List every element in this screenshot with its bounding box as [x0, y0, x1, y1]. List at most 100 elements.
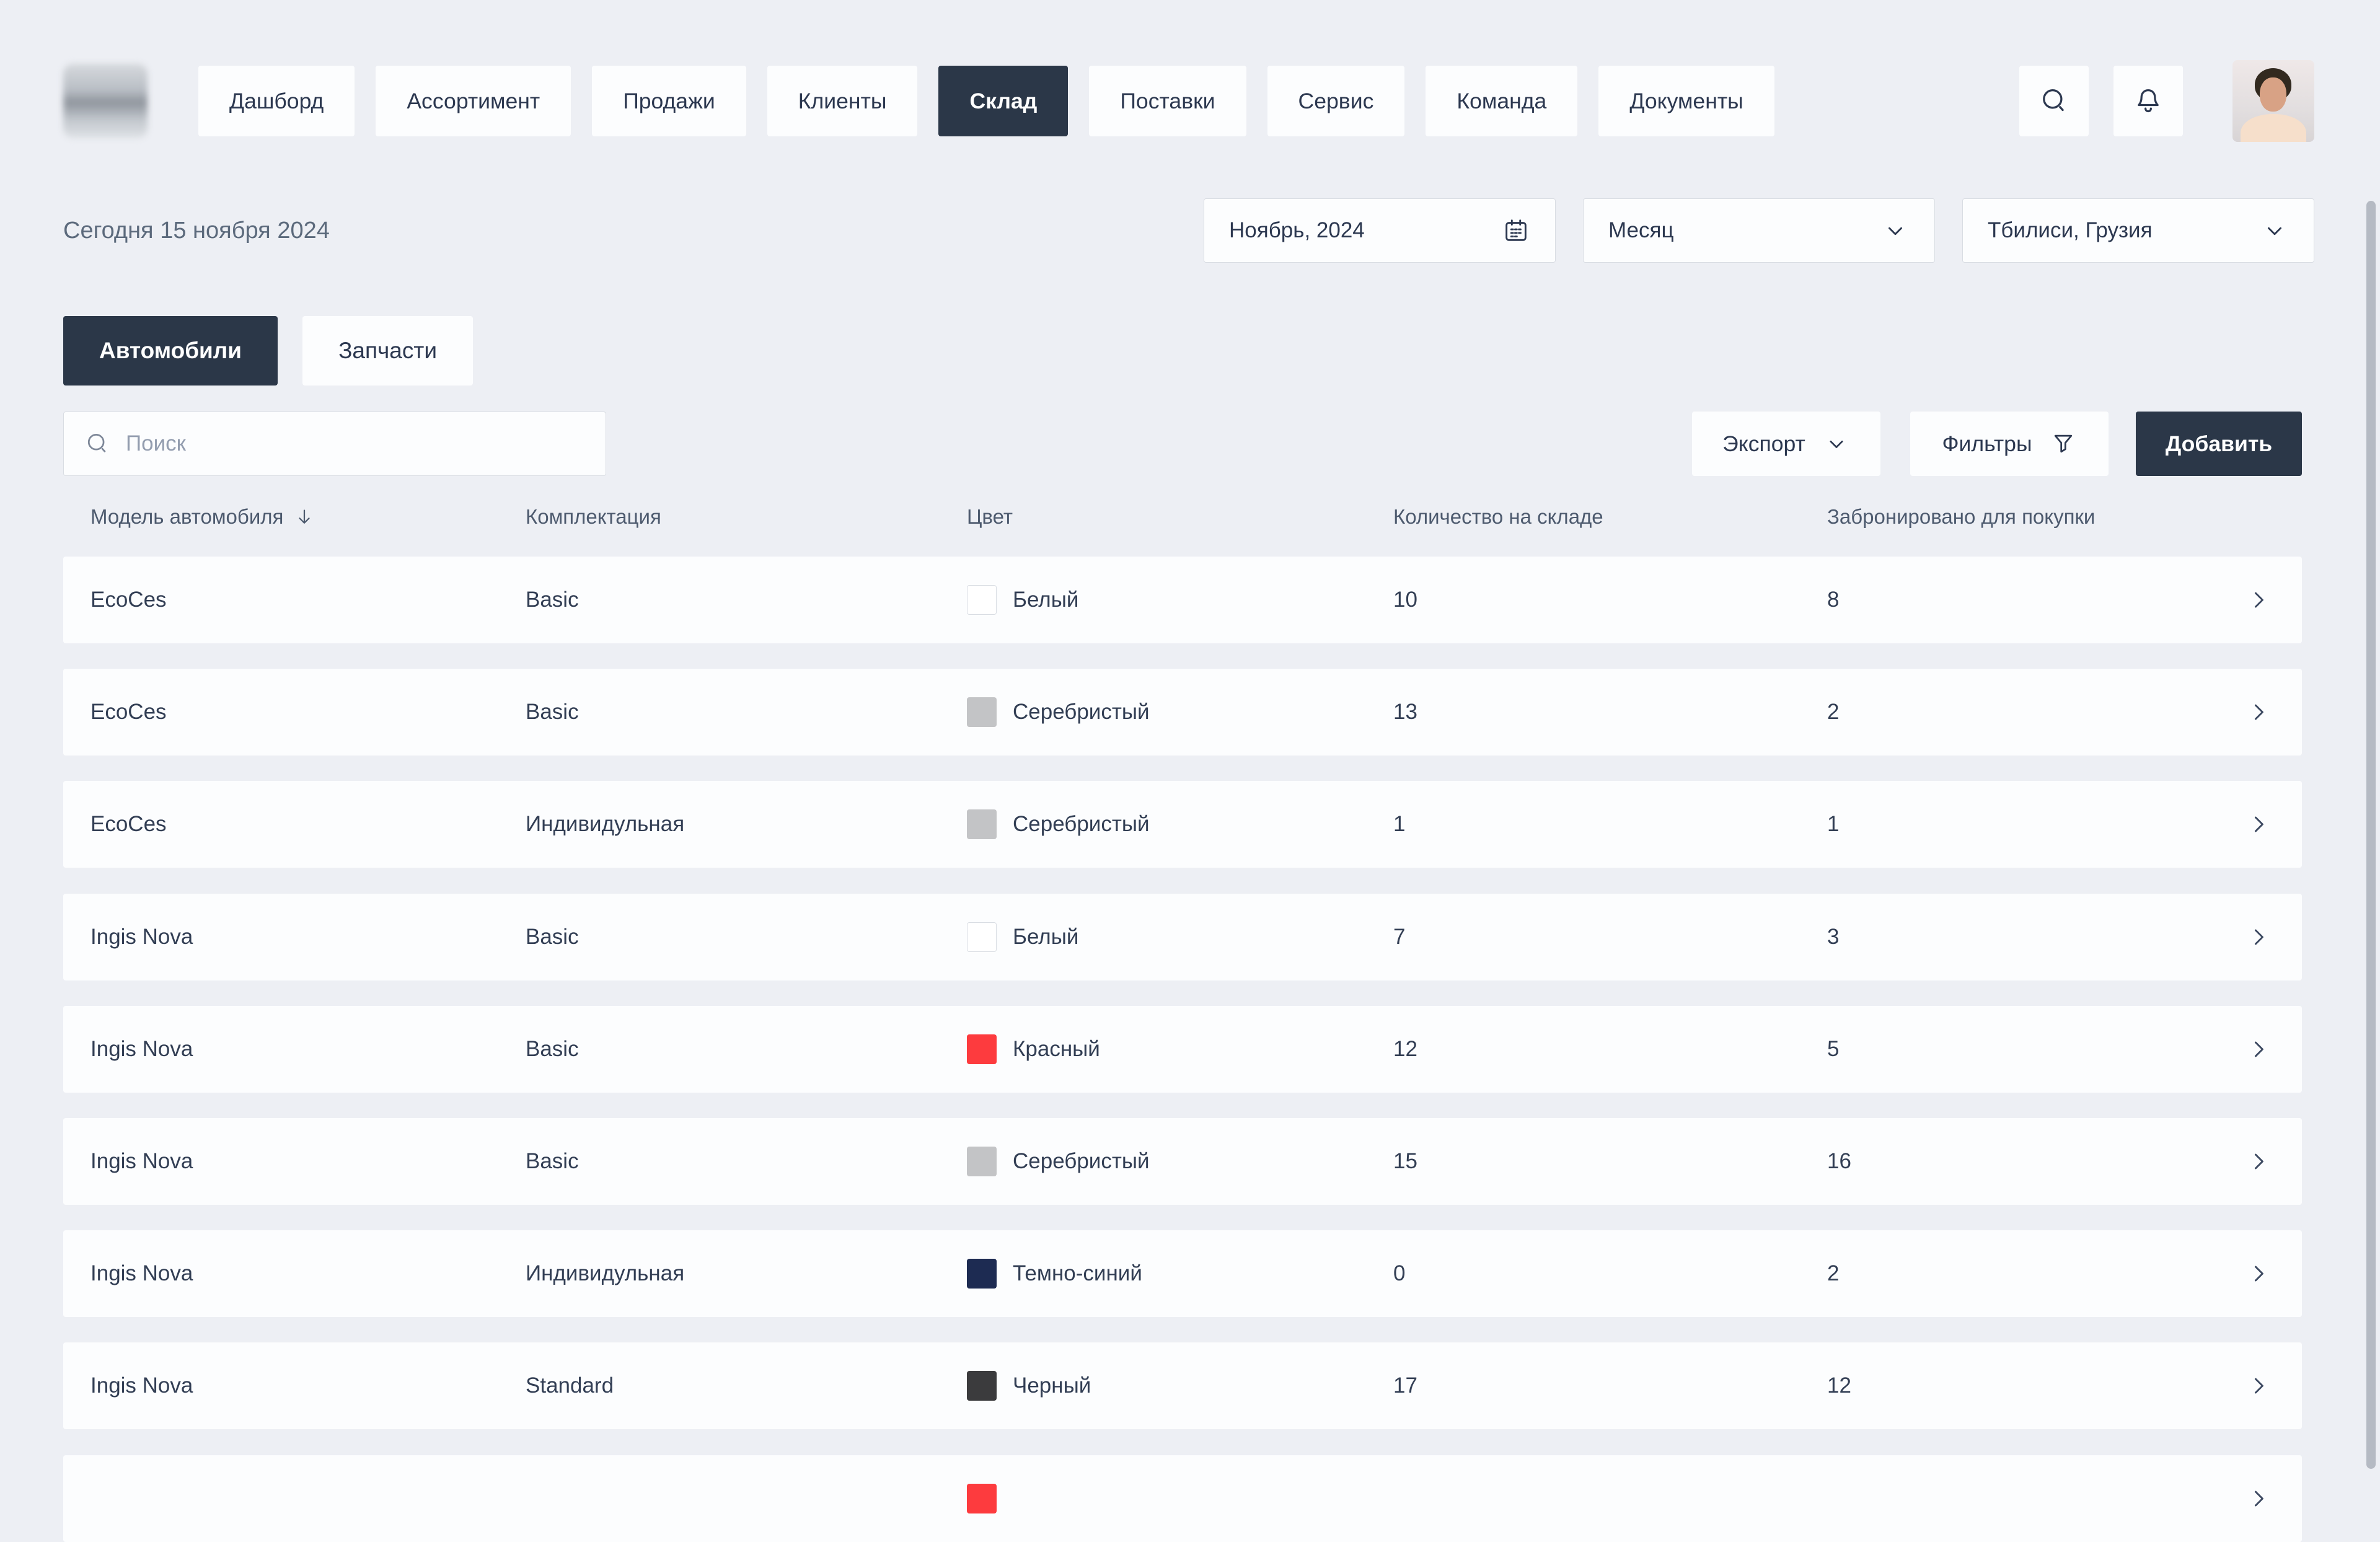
vertical-scrollbar-thumb[interactable]: [2366, 201, 2376, 1469]
table-row[interactable]: EcoCes Basic Серебристый 13 2: [63, 669, 2302, 756]
chevron-right-icon: [2245, 586, 2272, 614]
chevron-right-icon: [2245, 923, 2272, 951]
cell-reserved: 1: [1827, 812, 2245, 837]
cell-reserved: 5: [1827, 1037, 2245, 1062]
period-select[interactable]: Месяц: [1583, 198, 1935, 263]
top-bar: Дашборд Ассортимент Продажи Клиенты Скла…: [63, 66, 2314, 136]
cell-model: Ingis Nova: [90, 1261, 526, 1286]
cell-reserved: 8: [1827, 588, 2245, 612]
table-actions: Экспорт Фильтры Добавить: [1692, 412, 2302, 476]
search-button[interactable]: [2019, 66, 2089, 136]
table-row[interactable]: Ingis Nova Basic Белый 7 3: [63, 894, 2302, 980]
column-header-stock[interactable]: Количество на складе: [1393, 505, 1827, 529]
row-open-button[interactable]: [2245, 586, 2275, 614]
location-select-value: Тбилиси, Грузия: [1988, 218, 2153, 243]
nav-tab-assortment[interactable]: Ассортимент: [376, 66, 571, 136]
cell-stock: 10: [1393, 588, 1827, 612]
row-open-button[interactable]: [2245, 1485, 2275, 1512]
filters-button[interactable]: Фильтры: [1910, 412, 2109, 476]
chevron-right-icon: [2245, 1036, 2272, 1063]
row-open-button[interactable]: [2245, 811, 2275, 838]
cell-trim: Индивидульная: [526, 812, 967, 837]
column-header-reserved[interactable]: Забронировано для покупки: [1827, 505, 2245, 529]
row-open-button[interactable]: [2245, 923, 2275, 951]
table-row[interactable]: EcoCes Basic Белый 10 8: [63, 557, 2302, 643]
location-select[interactable]: Тбилиси, Грузия: [1962, 198, 2314, 263]
cell-color: Белый: [967, 585, 1393, 615]
color-name-label: Темно-синий: [1013, 1261, 1142, 1286]
cell-color: Серебристый: [967, 697, 1393, 727]
cell-reserved: 2: [1827, 1261, 2245, 1286]
column-header-model[interactable]: Модель автомобиля: [90, 505, 526, 529]
color-swatch: [967, 809, 997, 839]
table-row[interactable]: [63, 1455, 2302, 1542]
column-header-color-label: Цвет: [967, 505, 1013, 529]
cell-model: Ingis Nova: [90, 925, 526, 949]
tab-cars[interactable]: Автомобили: [63, 316, 278, 386]
period-filters-row: Сегодня 15 ноября 2024 Ноябрь, 2024 Меся…: [63, 198, 2314, 263]
cell-trim: Basic: [526, 1037, 967, 1062]
table-row[interactable]: Ingis Nova Basic Красный 12 5: [63, 1006, 2302, 1093]
nav-tab-clients[interactable]: Клиенты: [767, 66, 918, 136]
nav-tab-team[interactable]: Команда: [1426, 66, 1577, 136]
search-icon: [84, 430, 111, 457]
color-name-label: Белый: [1013, 925, 1078, 949]
main-nav: Дашборд Ассортимент Продажи Клиенты Скла…: [198, 66, 1774, 136]
row-open-button[interactable]: [2245, 1260, 2275, 1287]
cell-model: Ingis Nova: [90, 1037, 526, 1062]
cell-stock: 0: [1393, 1261, 1827, 1286]
bell-icon: [2132, 85, 2164, 117]
sort-desc-arrow-icon: [293, 506, 315, 528]
column-header-reserved-label: Забронировано для покупки: [1827, 505, 2095, 529]
nav-tab-warehouse[interactable]: Склад: [938, 66, 1068, 136]
chevron-right-icon: [2245, 811, 2272, 838]
color-name-label: Красный: [1013, 1037, 1100, 1062]
cell-color: Темно-синий: [967, 1259, 1393, 1289]
nav-tab-supplies[interactable]: Поставки: [1089, 66, 1246, 136]
chevron-down-icon: [1823, 430, 1850, 457]
cell-stock: 17: [1393, 1373, 1827, 1398]
chevron-down-icon: [1881, 216, 1910, 245]
cell-trim: Basic: [526, 1149, 967, 1174]
period-select-value: Месяц: [1608, 218, 1674, 243]
table-header: Модель автомобиля Комплектация Цвет Коли…: [63, 500, 2302, 534]
date-picker[interactable]: Ноябрь, 2024: [1204, 198, 1556, 263]
export-button[interactable]: Экспорт: [1692, 412, 1880, 476]
date-picker-value: Ноябрь, 2024: [1229, 218, 1365, 243]
cell-model: EcoCes: [90, 700, 526, 725]
cell-color: Черный: [967, 1371, 1393, 1401]
cell-stock: 7: [1393, 925, 1827, 949]
table-row[interactable]: Ingis Nova Basic Серебристый 15 16: [63, 1118, 2302, 1205]
search-input[interactable]: [126, 431, 586, 456]
column-header-trim-label: Комплектация: [526, 505, 661, 529]
table-row[interactable]: EcoCes Индивидульная Серебристый 1 1: [63, 781, 2302, 868]
column-header-trim[interactable]: Комплектация: [526, 505, 967, 529]
color-swatch: [967, 585, 997, 615]
row-open-button[interactable]: [2245, 1036, 2275, 1063]
notifications-button[interactable]: [2113, 66, 2183, 136]
row-open-button[interactable]: [2245, 1372, 2275, 1399]
tab-spare-parts[interactable]: Запчасти: [302, 316, 473, 386]
nav-tab-sales[interactable]: Продажи: [592, 66, 746, 136]
color-swatch: [967, 1259, 997, 1289]
row-open-button[interactable]: [2245, 698, 2275, 726]
table-row[interactable]: Ingis Nova Standard Черный 17 12: [63, 1342, 2302, 1429]
cell-stock: 15: [1393, 1149, 1827, 1174]
row-open-button[interactable]: [2245, 1148, 2275, 1175]
chevron-down-icon: [2260, 216, 2289, 245]
color-swatch: [967, 922, 997, 952]
search-icon: [2038, 85, 2070, 117]
cell-trim: Basic: [526, 925, 967, 949]
column-header-color[interactable]: Цвет: [967, 505, 1393, 529]
column-header-model-label: Модель автомобиля: [90, 505, 283, 529]
avatar-face: [2260, 77, 2287, 112]
avatar[interactable]: [2232, 60, 2314, 142]
cell-model: EcoCes: [90, 588, 526, 612]
nav-tab-dashboard[interactable]: Дашборд: [198, 66, 355, 136]
chevron-right-icon: [2245, 1148, 2272, 1175]
filter-funnel-icon: [2050, 430, 2077, 457]
add-button[interactable]: Добавить: [2136, 412, 2302, 476]
nav-tab-service[interactable]: Сервис: [1267, 66, 1405, 136]
nav-tab-documents[interactable]: Документы: [1598, 66, 1774, 136]
table-row[interactable]: Ingis Nova Индивидульная Темно-синий 0 2: [63, 1230, 2302, 1317]
